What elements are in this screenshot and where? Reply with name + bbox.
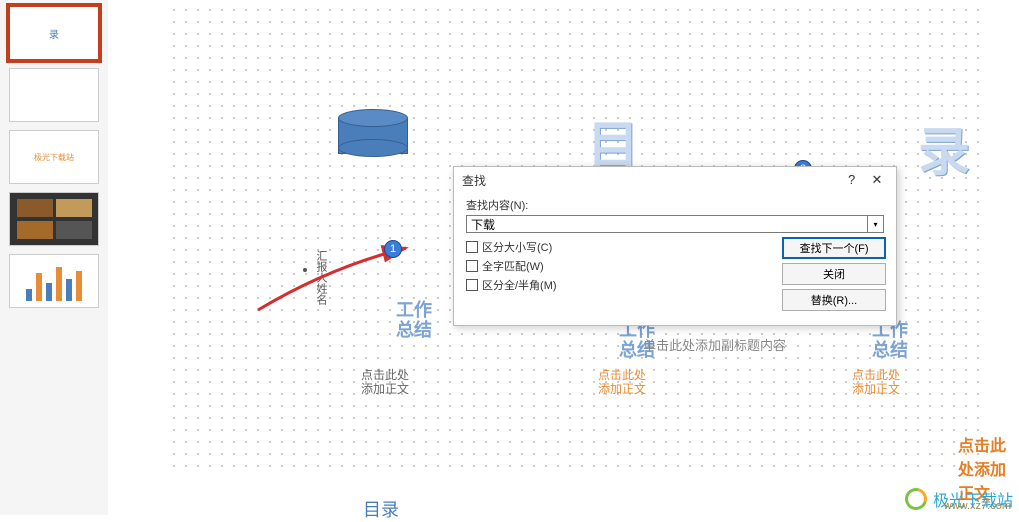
bullet-icon <box>303 268 307 272</box>
find-content-input[interactable] <box>466 215 868 233</box>
close-icon[interactable]: ✕ <box>866 172 888 188</box>
title-char-lu[interactable]: 录 <box>918 110 970 185</box>
dialog-title-text: 查找 <box>462 172 486 189</box>
thumbnail-text: 录 <box>49 26 59 41</box>
slide-thumbnail-panel: 录 极光下载站 <box>0 0 108 515</box>
section-work-3[interactable]: 工作 总结 <box>854 320 926 360</box>
body-placeholder-1[interactable]: 点击此处 添加正文 <box>361 368 409 396</box>
slide-thumbnail-3[interactable]: 极光下载站 <box>9 130 99 184</box>
slide-thumbnail-5[interactable] <box>9 254 99 308</box>
find-dialog: 查找 ? ✕ 查找内容(N): ▾ 区分大小写(C) 全字匹配(W) 区分全/半… <box>453 166 897 326</box>
find-next-button[interactable]: 查找下一个(F) <box>782 237 886 259</box>
slide-thumbnail-4[interactable] <box>9 192 99 246</box>
dialog-titlebar[interactable]: 查找 ? ✕ <box>454 167 896 193</box>
body-placeholder-2[interactable]: 点击此处 添加正文 <box>598 368 646 396</box>
section-work-1[interactable]: 工作 总结 <box>378 300 450 340</box>
find-content-label: 查找内容(N): <box>466 200 528 212</box>
watermark: 极光下载站 www.xz7.com <box>905 487 1013 511</box>
reporter-label[interactable]: 汇报人姓名 <box>313 250 329 305</box>
subtitle-placeholder[interactable]: 单击此处添加副标题内容 <box>643 335 786 354</box>
help-button[interactable]: ? <box>841 172 863 187</box>
dropdown-icon[interactable]: ▾ <box>868 215 884 233</box>
slide-canvas[interactable]: 目 录 汇报人姓名 工作 总结 工作 总结 工作 总结 工作 总结 单击此处添加… <box>108 0 1019 515</box>
body-placeholder-3[interactable]: 点击此处 添加正文 <box>852 368 900 396</box>
toc-label[interactable]: 目录 <box>363 496 399 522</box>
annotation-badge-1: 1 <box>384 240 402 258</box>
replace-button[interactable]: 替换(R)... <box>782 289 886 311</box>
watermark-logo-icon <box>905 488 927 510</box>
watermark-url: www.xz7.com <box>944 500 1011 512</box>
thumbnail-text: 极光下载站 <box>34 152 74 163</box>
shape-cylinder[interactable] <box>338 110 408 156</box>
slide-thumbnail-2[interactable] <box>9 68 99 122</box>
slide-thumbnail-1[interactable]: 录 <box>9 6 99 60</box>
close-button[interactable]: 关闭 <box>782 263 886 285</box>
